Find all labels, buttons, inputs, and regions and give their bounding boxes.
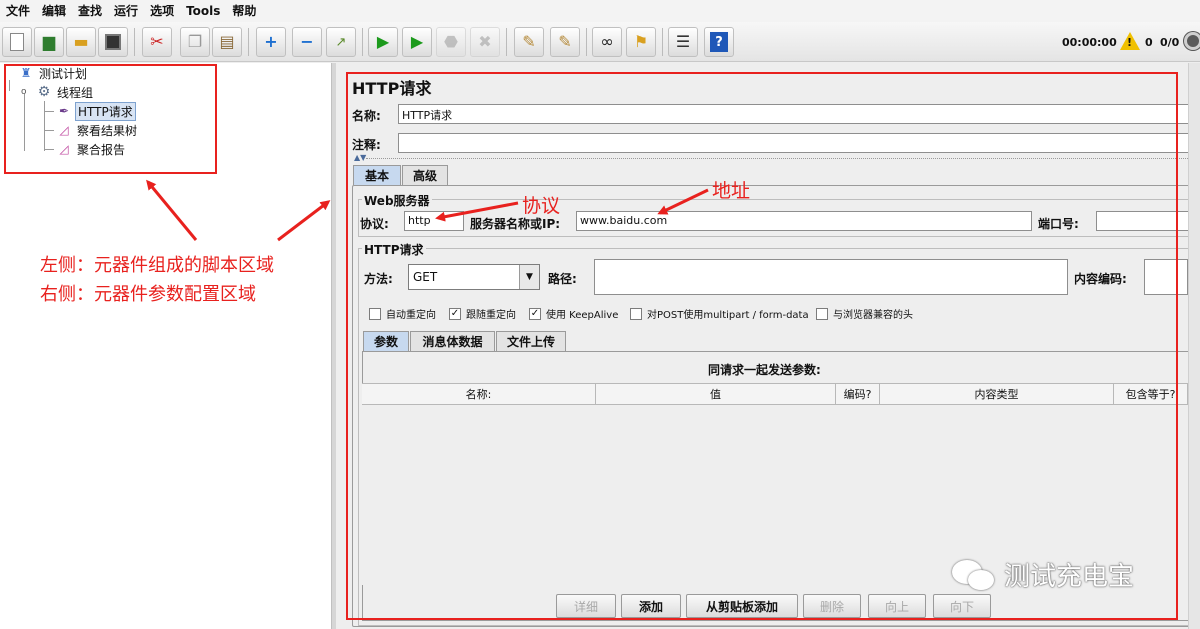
arrow-to-address (657, 188, 709, 215)
arrow-to-tree (146, 179, 198, 241)
wechat-icon (952, 558, 996, 592)
arrow-to-protocol (435, 201, 519, 222)
watermark-text: 测试充电宝 (1004, 562, 1135, 592)
watermark: 测试充电宝 (952, 556, 1134, 593)
annotation-arrows (146, 179, 709, 242)
arrow-to-config (277, 200, 331, 242)
